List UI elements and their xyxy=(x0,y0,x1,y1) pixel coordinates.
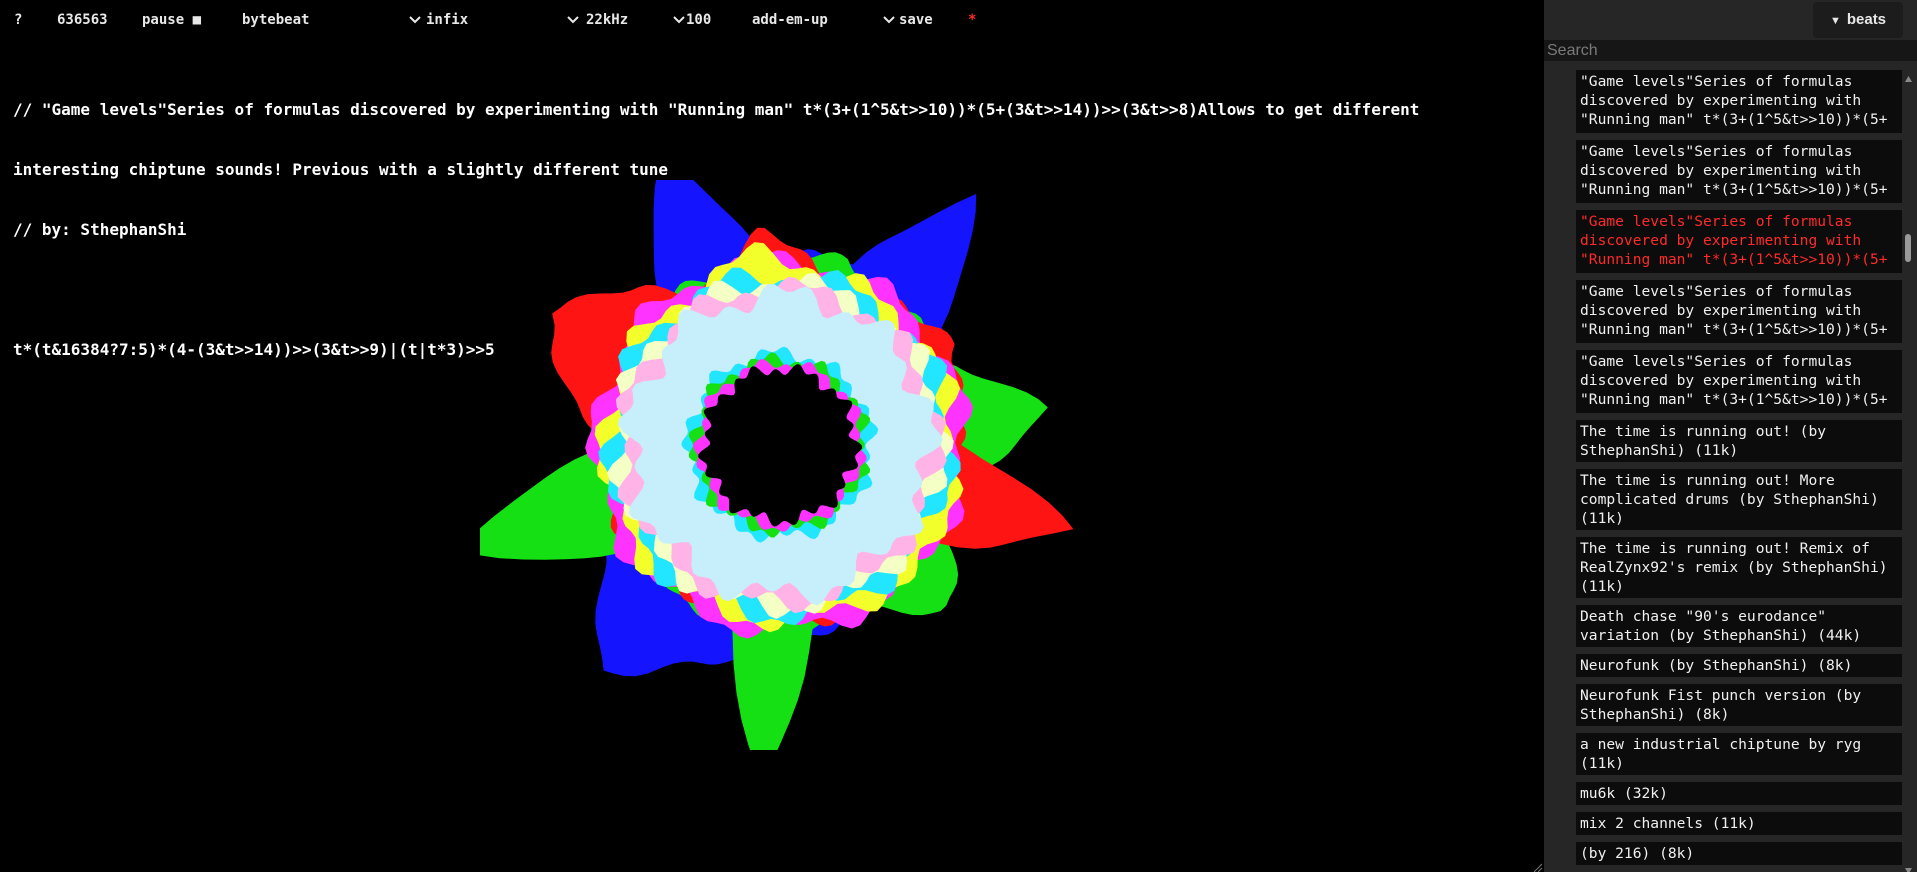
chevron-down-icon xyxy=(672,13,686,27)
resize-grip-icon[interactable] xyxy=(1531,858,1543,872)
visualizer-canvas xyxy=(480,180,1074,750)
sample-rate-select-value: 22kHz xyxy=(586,12,629,28)
song-list-item[interactable]: mu6k (32k) xyxy=(1576,782,1902,805)
unsaved-indicator: * xyxy=(968,12,977,28)
song-list-item[interactable]: "Game levels"Series of formulas discover… xyxy=(1576,280,1902,343)
mode-select[interactable]: bytebeat xyxy=(242,11,422,29)
chevron-down-icon xyxy=(408,13,422,27)
triangle-down-icon: ▼ xyxy=(1829,15,1841,27)
notation-select-value: infix xyxy=(426,12,469,28)
time-counter[interactable]: 636563 xyxy=(57,11,108,29)
visualizer-select-value: add-em-up xyxy=(752,12,828,28)
chevron-down-icon xyxy=(566,13,580,27)
song-list-item[interactable]: "Game levels"Series of formulas discover… xyxy=(1576,210,1902,273)
visualizer-select[interactable]: add-em-up xyxy=(752,11,896,29)
app-window: ? 636563 pause ■ bytebeat infix 22kHz 10… xyxy=(0,0,1917,872)
code-line: interesting chiptune sounds! Previous wi… xyxy=(13,160,669,179)
mode-select-value: bytebeat xyxy=(242,12,310,28)
help-button[interactable]: ? xyxy=(14,11,22,29)
beats-toggle-label: beats xyxy=(1846,11,1887,28)
scrollbar-thumb[interactable] xyxy=(1905,234,1911,262)
song-list-item[interactable]: The time is running out! More complicate… xyxy=(1576,469,1902,530)
search-input[interactable] xyxy=(1544,40,1917,61)
song-list-item[interactable]: "Game levels"Series of formulas discover… xyxy=(1576,350,1902,413)
song-list-item[interactable]: Death chase "90's eurodance" variation (… xyxy=(1576,605,1902,647)
song-list: "Game levels"Series of formulas discover… xyxy=(1576,70,1902,868)
save-button[interactable]: save xyxy=(899,11,933,29)
sample-rate-select[interactable]: 22kHz xyxy=(586,11,686,29)
volume-field[interactable]: 100 xyxy=(686,11,711,29)
song-list-item[interactable]: (by 216) (8k) xyxy=(1576,842,1902,865)
chevron-down-icon xyxy=(882,13,896,27)
song-list-item[interactable]: mix 2 channels (11k) xyxy=(1576,812,1902,835)
library-sidebar: ▼ beats "Game levels"Series of formulas d… xyxy=(1544,0,1917,872)
beats-toggle-button[interactable]: ▼ beats xyxy=(1813,2,1903,38)
scroll-up-arrow-icon[interactable] xyxy=(1904,68,1913,82)
scroll-down-arrow-icon[interactable] xyxy=(1904,860,1913,872)
song-list-item[interactable]: The time is running out! Remix of RealZy… xyxy=(1576,537,1902,598)
song-list-item[interactable]: "Game levels"Series of formulas discover… xyxy=(1576,140,1902,203)
song-list-item[interactable]: Neurofunk (by SthephanShi) (8k) xyxy=(1576,654,1902,677)
code-line: // "Game levels"Series of formulas disco… xyxy=(13,100,1420,119)
pause-button[interactable]: pause ■ xyxy=(142,11,201,29)
toolbar: ? 636563 pause ■ bytebeat infix 22kHz 10… xyxy=(0,0,1544,40)
notation-select[interactable]: infix xyxy=(426,11,580,29)
song-list-item[interactable]: Neurofunk Fist punch version (by Sthepha… xyxy=(1576,684,1902,726)
song-list-item[interactable]: "Game levels"Series of formulas discover… xyxy=(1576,70,1902,133)
song-list-item[interactable]: The time is running out! (by SthephanShi… xyxy=(1576,420,1902,462)
song-list-item[interactable]: a new industrial chiptune by ryg (11k) xyxy=(1576,733,1902,775)
song-list-scrollbar[interactable] xyxy=(1903,68,1914,872)
